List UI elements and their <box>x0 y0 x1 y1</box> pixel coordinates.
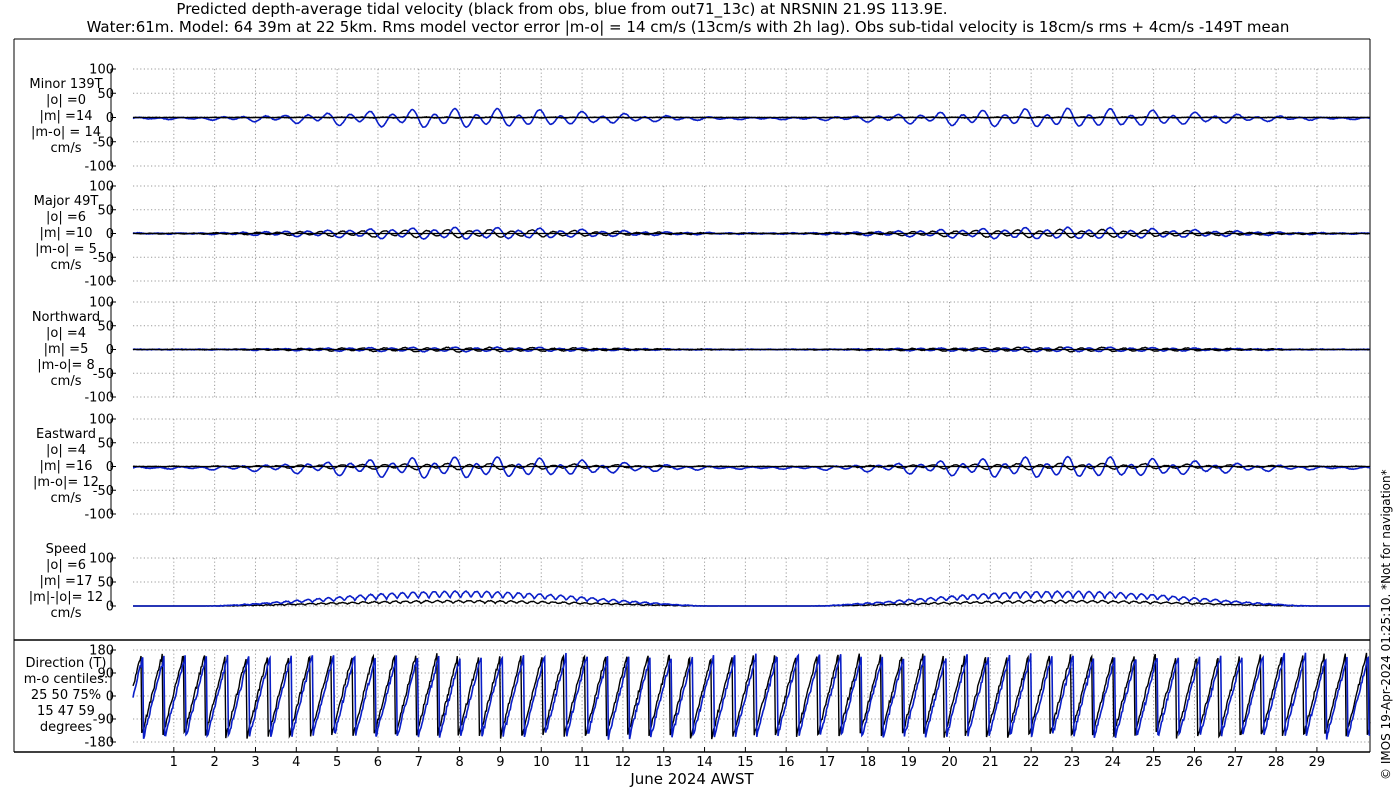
east-label-line-3: |m-o|= 12 <box>33 475 99 490</box>
east-ytick-label-4: -100 <box>84 508 114 523</box>
north-ytick-label-2: 0 <box>106 343 114 358</box>
direction-label-line-3: 15 47 59 <box>37 704 95 719</box>
x-tick-label-10: 11 <box>574 755 591 770</box>
speed-label-line-1: |o| =6 <box>46 558 86 573</box>
x-tick-label-3: 4 <box>292 755 300 770</box>
direction-ytick-label-2: 0 <box>106 690 114 705</box>
east-ytick-label-1: 50 <box>97 436 114 451</box>
speed-ytick-label-0: 100 <box>89 552 114 567</box>
series-layer <box>132 107 1371 740</box>
direction-label-line-1: m-o centiles: <box>24 672 109 687</box>
north-ytick-label-0: 100 <box>89 296 114 311</box>
minor-label-line-0: Minor 139T <box>29 77 102 92</box>
major-ytick-label-2: 0 <box>106 227 114 242</box>
east-label-line-2: |m| =16 <box>40 459 93 474</box>
minor-label-line-4: cm/s <box>51 141 82 156</box>
x-tick-label-24: 25 <box>1145 755 1162 770</box>
direction-ytick-label-3: -90 <box>93 713 114 728</box>
major-label-line-3: |m-o| = 5 <box>35 242 97 257</box>
east-ytick-label-2: 0 <box>106 460 114 475</box>
major-label-line-2: |m| =10 <box>40 226 93 241</box>
grid-layer <box>133 68 1370 743</box>
direction-label-line-2: 25 50 75% <box>31 688 101 703</box>
panel-label-layer: Minor 139T|o| =0|m| =14|m-o| = 14cm/sMaj… <box>24 77 109 735</box>
north-label-line-4: cm/s <box>51 374 82 389</box>
direction-ytick-label-4: -180 <box>84 736 114 751</box>
x-tick-label-2: 3 <box>251 755 259 770</box>
east-label-line-4: cm/s <box>51 491 82 506</box>
north-ytick-label-4: -100 <box>84 391 114 406</box>
minor-ytick-label-0: 100 <box>89 63 114 78</box>
north-label-line-0: Northward <box>32 310 100 325</box>
speed-series-obs <box>133 599 1370 607</box>
major-ytick-label-0: 100 <box>89 180 114 195</box>
x-tick-label-7: 8 <box>455 755 463 770</box>
major-label-line-4: cm/s <box>51 258 82 273</box>
minor-label-line-1: |o| =0 <box>46 93 86 108</box>
minor-ytick-label-2: 0 <box>106 111 114 126</box>
north-label-line-3: |m-o|= 8 <box>37 358 95 373</box>
minor-label-line-3: |m-o| = 14 <box>31 125 101 140</box>
x-tick-label-21: 22 <box>1023 755 1040 770</box>
speed-label-line-4: cm/s <box>51 606 82 621</box>
x-tick-label-13: 14 <box>696 755 713 770</box>
x-tick-label-1: 2 <box>211 755 219 770</box>
x-tick-label-15: 16 <box>778 755 795 770</box>
x-tick-label-20: 21 <box>982 755 999 770</box>
minor-ytick-label-4: -100 <box>84 160 114 175</box>
x-tick-label-5: 6 <box>374 755 382 770</box>
east-label-line-0: Eastward <box>36 427 96 442</box>
x-tick-label-4: 5 <box>333 755 341 770</box>
x-tick-label-22: 23 <box>1064 755 1081 770</box>
north-ytick-label-3: -50 <box>93 367 114 382</box>
x-tick-label-6: 7 <box>415 755 423 770</box>
east-series-model <box>133 455 1371 479</box>
x-tick-label-0: 1 <box>170 755 178 770</box>
major-ytick-label-4: -100 <box>84 275 114 290</box>
x-tick-label-16: 17 <box>819 755 836 770</box>
panel-frames <box>13 38 1371 753</box>
x-tick-label-8: 9 <box>496 755 504 770</box>
x-tick-label-14: 15 <box>737 755 754 770</box>
major-label-line-0: Major 49T <box>34 194 99 209</box>
x-tick-label-25: 26 <box>1186 755 1203 770</box>
major-ytick-label-1: 50 <box>97 203 114 218</box>
direction-label-line-4: degrees <box>40 720 93 735</box>
speed-label-line-2: |m| =17 <box>40 574 93 589</box>
x-tick-label-9: 10 <box>533 755 550 770</box>
speed-label-line-0: Speed <box>46 542 87 557</box>
x-tick-label-17: 18 <box>860 755 877 770</box>
x-tick-label-27: 28 <box>1268 755 1285 770</box>
direction-label-line-0: Direction (T) <box>26 656 107 671</box>
x-tick-label-11: 12 <box>615 755 632 770</box>
tidal-velocity-chart: 100500-50-100100500-50-100100500-50-1001… <box>13 38 1371 770</box>
north-label-line-1: |o| =4 <box>46 326 86 341</box>
east-ytick-label-0: 100 <box>89 413 114 428</box>
x-axis-label: June 2024 AWST <box>630 770 754 788</box>
speed-label-line-3: |m|-|o|= 12 <box>29 590 103 605</box>
east-label-line-1: |o| =4 <box>46 443 86 458</box>
minor-label-line-2: |m| =14 <box>40 109 93 124</box>
speed-ytick-label-2: 0 <box>106 600 114 615</box>
x-tick-label-19: 20 <box>941 755 958 770</box>
x-tick-label-23: 24 <box>1105 755 1122 770</box>
x-tick-label-18: 19 <box>900 755 917 770</box>
copyright-credit: © IMOS 19-Apr-2024 01:25:10. *Not for na… <box>1379 469 1393 780</box>
speed-ytick-label-1: 50 <box>97 576 114 591</box>
north-label-line-2: |m| =5 <box>44 342 89 357</box>
x-tick-label-28: 29 <box>1309 755 1326 770</box>
x-tick-label-26: 27 <box>1227 755 1244 770</box>
major-label-line-1: |o| =6 <box>46 210 86 225</box>
x-tick-label-12: 13 <box>655 755 672 770</box>
